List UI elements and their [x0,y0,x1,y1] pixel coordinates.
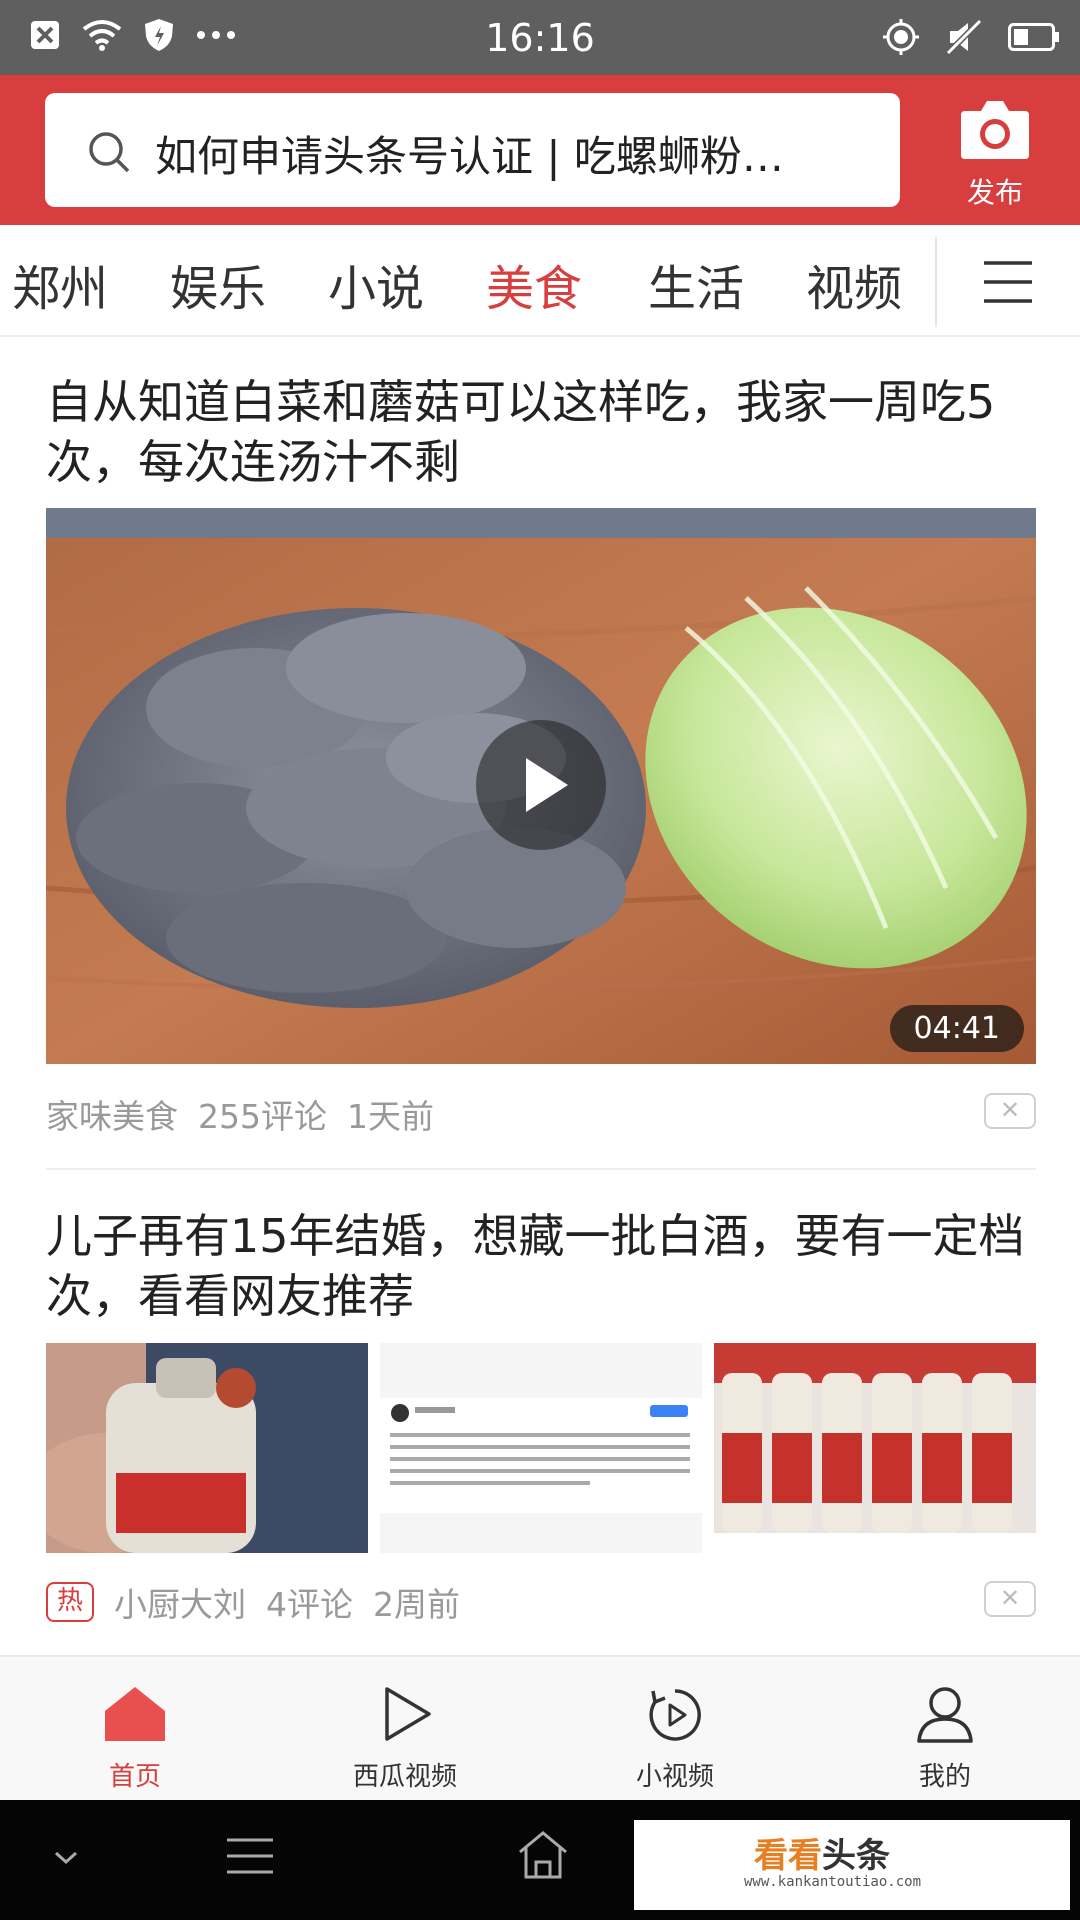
bottom-tab-home[interactable]: 首页 [35,1685,235,1793]
article-comments: 4评论 [266,1585,353,1624]
system-nav-bar: 看看头条 www.kankantoutiao.com [0,1800,1080,1920]
profile-icon [917,1687,973,1743]
camera-icon [961,101,1029,159]
article-time: 2周前 [373,1585,460,1624]
watermark-logo: 看看头条 www.kankantoutiao.com [634,1820,1070,1910]
tab-food[interactable]: 美食 [486,249,582,319]
article-meta: 热 小厨大刘 4评论 2周前 [46,1578,460,1626]
search-placeholder: 如何申请头条号认证 | 吃螺蛳粉… [155,132,784,181]
liquor-bottle-image [46,1343,368,1553]
search-icon [89,132,130,173]
watermark-brand: 看看头条 [754,1836,890,1876]
dislike-button[interactable]: ✕ [984,1093,1036,1129]
play-icon [526,758,568,812]
article-title[interactable]: 儿子再有15年结婚，想藏一批白酒，要有一定档次，看看网友推荐 [46,1206,1036,1326]
mute-icon [946,19,982,55]
bottom-tab-profile[interactable]: 我的 [845,1685,1045,1793]
tab-life[interactable]: 生活 [648,249,744,319]
bottom-tab-label: 我的 [918,1762,971,1792]
video-thumbnail[interactable]: 04:41 [46,508,1036,1064]
dislike-button[interactable]: ✕ [984,1581,1036,1617]
article-meta: 家味美食 255评论 1天前 [46,1090,434,1138]
bottom-tab-label: 西瓜视频 [352,1762,457,1792]
article-source[interactable]: 小厨大刘 [114,1578,246,1626]
bottom-tab-label: 小视频 [635,1762,714,1792]
article-comments: 255评论 [198,1097,327,1136]
chevron-down-icon[interactable] [52,1848,80,1868]
liquor-bottles-image [714,1343,1036,1553]
watermark-url: www.kankantoutiao.com [744,1874,922,1890]
top-header: 如何申请头条号认证 | 吃螺蛳粉… 发布 [0,75,1080,225]
tab-zhengzhou[interactable]: 郑州 [12,249,108,319]
short-video-icon [649,1689,701,1741]
tab-novel[interactable]: 小说 [328,249,424,319]
bottom-tab-xigua-video[interactable]: 西瓜视频 [305,1685,505,1793]
bottom-tab-bar: 首页 西瓜视频 小视频 我的 [0,1655,1080,1800]
article-divider [46,1168,1036,1170]
search-bar[interactable]: 如何申请头条号认证 | 吃螺蛳粉… [45,93,900,207]
bottom-tab-label: 首页 [108,1762,161,1792]
article-title[interactable]: 自从知道白菜和蘑菇可以这样吃，我家一周吃5次，每次连汤汁不剩 [46,372,1036,492]
video-duration: 04:41 [889,1005,1024,1052]
article-image-1[interactable] [46,1343,368,1553]
publish-button[interactable]: 发布 [940,99,1050,211]
battery-icon [1008,23,1059,51]
screenshot-thumbnail-image [380,1343,702,1553]
hot-badge: 热 [46,1582,94,1622]
status-bar: 16:16 [0,0,1080,75]
article-source[interactable]: 家味美食 [46,1090,178,1138]
channel-tabs: 郑州 娱乐 小说 美食 生活 视频 [0,225,1080,337]
menu-icon[interactable] [225,1836,275,1876]
article-image-3[interactable] [714,1343,1036,1553]
article-image-2[interactable] [380,1343,702,1553]
tabs-divider [935,237,937,327]
bottom-tab-short-video[interactable]: 小视频 [575,1685,775,1793]
home-icon [105,1687,165,1741]
play-icon [385,1687,431,1741]
home-nav-icon[interactable] [516,1830,570,1880]
tab-entertainment[interactable]: 娱乐 [170,249,266,319]
status-right-icons [882,18,1060,56]
article-time: 1天前 [347,1097,434,1136]
play-button[interactable] [476,720,606,850]
location-icon [883,19,919,55]
tab-video[interactable]: 视频 [806,249,902,319]
publish-label: 发布 [966,176,1023,209]
channel-menu-icon[interactable] [982,260,1034,304]
